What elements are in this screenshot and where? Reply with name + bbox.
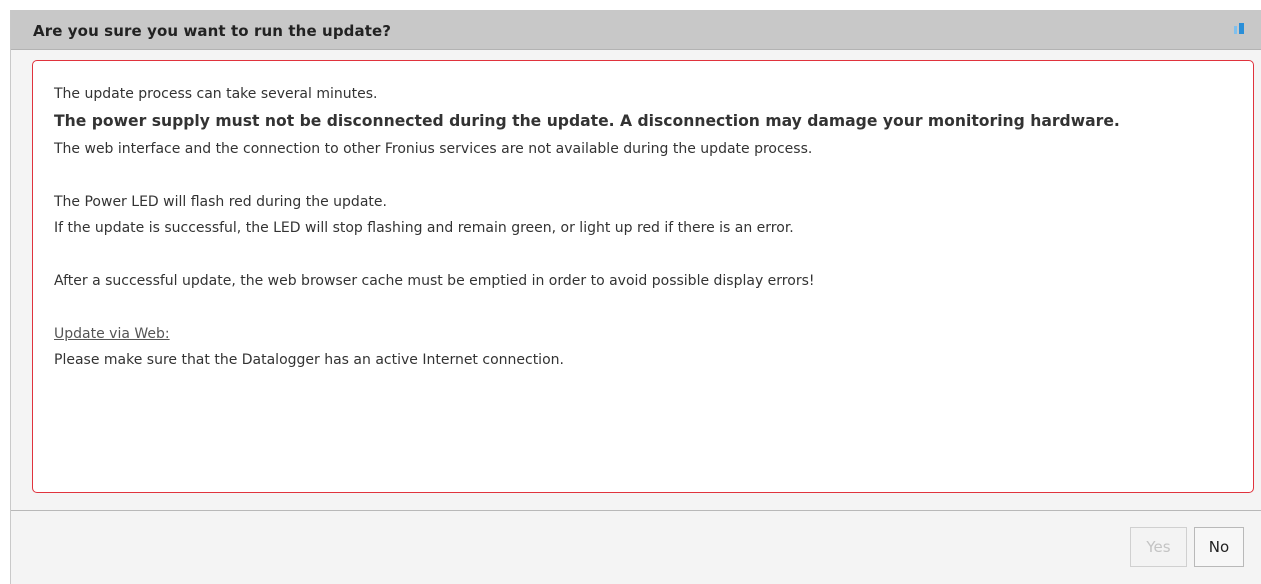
update-via-web-heading: Update via Web: xyxy=(54,321,1230,347)
dialog-titlebar: Are you sure you want to run the update? xyxy=(11,10,1261,50)
window-resize-icon[interactable] xyxy=(1234,22,1246,36)
no-button[interactable]: No xyxy=(1194,527,1244,567)
update-confirm-dialog: Are you sure you want to run the update?… xyxy=(10,10,1261,584)
duration-note: The update process can take several minu… xyxy=(54,86,378,102)
resize-icon-bar-large xyxy=(1239,23,1244,34)
browser-cache-note: After a successful update, the web brows… xyxy=(54,273,815,289)
resize-icon-bar-small xyxy=(1234,26,1237,34)
footer-divider xyxy=(11,510,1261,511)
led-result-note: If the update is successful, the LED wil… xyxy=(54,220,794,236)
power-supply-warning: The power supply must not be disconnecte… xyxy=(54,112,1120,130)
update-via-web-label: Update via Web: xyxy=(54,326,170,342)
internet-connection-note: Please make sure that the Datalogger has… xyxy=(54,352,564,368)
led-flash-note: The Power LED will flash red during the … xyxy=(54,194,387,210)
yes-button[interactable]: Yes xyxy=(1130,527,1187,567)
update-warning-box: The update process can take several minu… xyxy=(32,60,1254,493)
dialog-title: Are you sure you want to run the update? xyxy=(33,22,392,40)
services-unavailable-note: The web interface and the connection to … xyxy=(54,141,813,157)
